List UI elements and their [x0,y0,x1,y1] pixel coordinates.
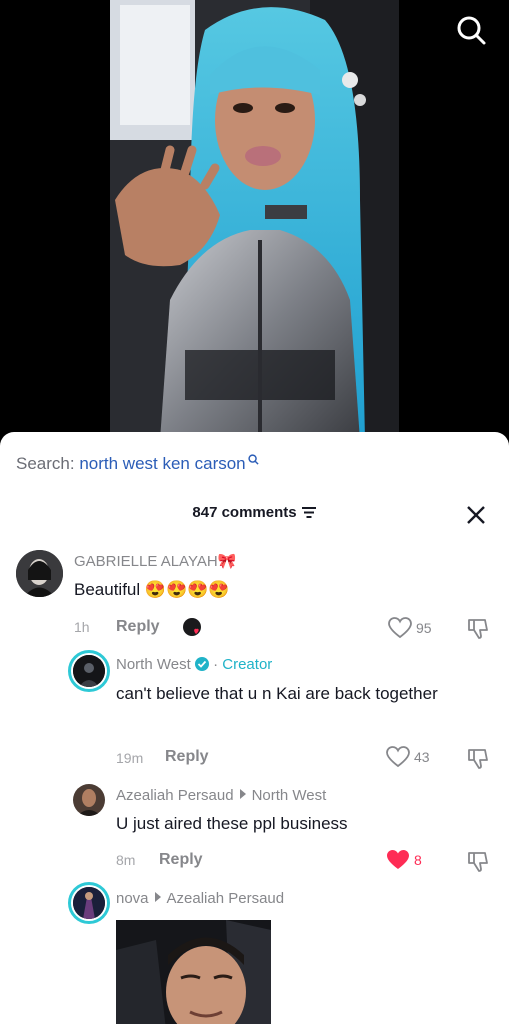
like-count: 95 [416,620,432,636]
video-frame[interactable] [110,0,399,440]
like-button[interactable]: 95 [388,617,432,639]
reply-button[interactable]: Reply [116,618,160,636]
avatar[interactable] [68,650,110,692]
avatar[interactable] [68,882,110,924]
comment-time: 19m [116,750,144,766]
creator-badge: Creator [222,656,273,673]
verified-badge-icon [194,657,209,671]
heart-filled-icon [387,850,409,869]
badge-separator: · [213,656,219,673]
avatar[interactable] [16,550,63,597]
heart-outline-icon [386,746,410,768]
comment-time: 8m [116,852,136,868]
dislike-icon[interactable] [466,746,490,770]
comment-username[interactable]: North West · Creator [116,656,272,673]
heart-outline-icon [388,617,412,639]
comment-text: U just aired these ppl business [116,814,348,833]
reply-to-username[interactable]: North West [252,787,327,804]
search-icon[interactable] [455,14,487,46]
comments-count: 847 comments [192,504,297,521]
comment-username[interactable]: GABRIELLE ALAYAH🎀 [74,552,236,570]
avatar[interactable] [73,784,105,816]
like-button[interactable]: 8 [386,849,422,871]
search-prefix: Search: [16,454,75,473]
comment-image[interactable] [116,920,271,1024]
creator-liked-avatar-icon [182,617,206,641]
reply-button[interactable]: Reply [159,851,203,869]
like-button[interactable]: 43 [386,746,430,768]
search-icon [248,454,259,465]
search-query-link[interactable]: north west ken carson [79,454,245,473]
reply-arrow-icon [154,892,161,902]
video-still-image [110,0,399,440]
comment-username[interactable]: nova Azealiah Persaud [116,890,284,907]
close-icon[interactable] [465,504,487,526]
filter-icon[interactable] [301,505,317,519]
like-count: 43 [414,749,430,765]
comment-text: can't believe that u n Kai are back toge… [116,684,438,703]
comments-count-header: 847 comments [0,504,509,521]
comment-text: Beautiful 😍😍😍😍 [74,580,230,599]
comment-time: 1h [74,619,90,635]
reply-arrow-icon [239,789,246,799]
bow-emoji: 🎀 [217,553,237,570]
reply-button[interactable]: Reply [165,748,209,766]
video-player[interactable] [0,0,509,440]
search-suggestion[interactable]: Search: north west ken carson [16,454,259,474]
dislike-icon[interactable] [466,616,490,640]
reply-to-username[interactable]: Azealiah Persaud [167,890,285,907]
dislike-icon[interactable] [466,849,490,873]
comments-sheet: Search: north west ken carson 847 commen… [0,432,509,1024]
like-count: 8 [414,852,422,868]
comment-username[interactable]: Azealiah Persaud North West [116,787,326,804]
